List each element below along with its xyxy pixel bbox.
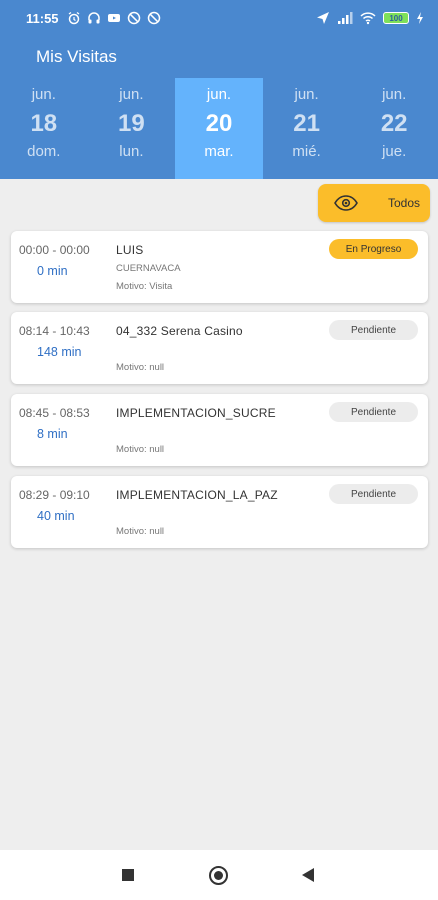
visit-card[interactable]: 08:14 - 10:43 148 min 04_332 Serena Casi… xyxy=(11,312,428,384)
visit-card[interactable]: 00:00 - 00:00 0 min LUIS CUERNAVACA Moti… xyxy=(11,231,428,303)
status-badge: Pendiente xyxy=(329,402,418,422)
day-weekday: mié. xyxy=(292,143,321,160)
visit-title: IMPLEMENTACION_LA_PAZ xyxy=(116,488,278,502)
day-month: jun. xyxy=(294,86,319,103)
visit-motivo: Motivo: null xyxy=(116,444,165,455)
visit-card[interactable]: 08:29 - 09:10 40 min IMPLEMENTACION_LA_P… xyxy=(11,476,428,548)
day-jun-18[interactable]: jun. 18 dom. xyxy=(0,78,88,179)
home-button[interactable] xyxy=(209,866,228,885)
day-number: 20 xyxy=(205,110,233,137)
page-title: Mis Visitas xyxy=(36,47,117,66)
notification-icons xyxy=(67,11,161,25)
signal-icon xyxy=(338,12,353,24)
youtube-icon xyxy=(107,14,120,22)
system-icons: 100 xyxy=(316,11,424,25)
recents-button[interactable] xyxy=(122,869,134,881)
visit-title: IMPLEMENTACION_SUCRE xyxy=(116,406,276,420)
blocked-app-icon-2 xyxy=(147,11,160,25)
alarm-icon xyxy=(68,11,79,25)
visit-time-range: 08:14 - 10:43 xyxy=(19,324,90,338)
visit-duration: 8 min xyxy=(37,427,68,441)
headset-icon xyxy=(87,12,100,24)
day-month: jun. xyxy=(382,86,407,103)
day-jun-21[interactable]: jun. 21 mié. xyxy=(263,78,351,179)
eye-icon xyxy=(334,195,358,211)
visit-time-range: 08:29 - 09:10 xyxy=(19,488,90,502)
back-button[interactable] xyxy=(302,868,314,882)
visit-time-range: 08:45 - 08:53 xyxy=(19,406,90,420)
visit-time-range: 00:00 - 00:00 xyxy=(19,243,90,257)
app-bar: Mis Visitas xyxy=(0,36,438,78)
wifi-icon xyxy=(360,12,376,25)
day-month: jun. xyxy=(31,86,56,103)
status-badge: Pendiente xyxy=(329,484,418,504)
day-weekday: mar. xyxy=(204,143,234,160)
day-jun-22[interactable]: jun. 22 jue. xyxy=(350,78,438,179)
day-number: 22 xyxy=(380,110,408,137)
visit-motivo: Motivo: null xyxy=(116,362,165,373)
day-number: 19 xyxy=(118,110,145,137)
visit-card[interactable]: 08:45 - 08:53 8 min IMPLEMENTACION_SUCRE… xyxy=(11,394,428,466)
blocked-app-icon xyxy=(127,11,140,25)
day-number: 21 xyxy=(293,110,320,137)
visit-title: LUIS xyxy=(116,243,144,257)
charging-icon xyxy=(417,12,423,24)
day-weekday: jue. xyxy=(382,143,407,160)
location-arrow-icon xyxy=(317,12,329,24)
visit-duration: 0 min xyxy=(37,264,68,278)
visit-duration: 148 min xyxy=(37,345,82,359)
system-nav-bar xyxy=(0,850,438,900)
battery-icon: 100 xyxy=(383,12,409,24)
day-jun-19[interactable]: jun. 19 lun. xyxy=(88,78,176,179)
visit-title: 04_332 Serena Casino xyxy=(116,324,243,338)
day-number: 18 xyxy=(30,110,58,137)
date-selector: jun. 18 dom. jun. 19 lun. jun. 20 mar. j… xyxy=(0,78,438,179)
visit-location: CUERNAVACA xyxy=(116,263,181,274)
visit-motivo: Motivo: null xyxy=(116,526,165,537)
day-weekday: dom. xyxy=(27,143,61,160)
status-badge: Pendiente xyxy=(329,320,418,340)
day-weekday: lun. xyxy=(119,143,144,160)
day-month: jun. xyxy=(119,86,144,103)
filter-all-button[interactable]: Todos xyxy=(318,184,430,222)
status-badge: En Progreso xyxy=(329,239,418,259)
visit-motivo: Motivo: Visita xyxy=(116,281,173,292)
status-time: 11:55 xyxy=(26,10,59,26)
day-month: jun. xyxy=(206,86,232,103)
day-jun-20-selected[interactable]: jun. 20 mar. xyxy=(175,78,263,179)
status-bar: 11:55 100 xyxy=(0,0,438,36)
visit-duration: 40 min xyxy=(37,509,75,523)
filter-label: Todos xyxy=(388,196,421,210)
